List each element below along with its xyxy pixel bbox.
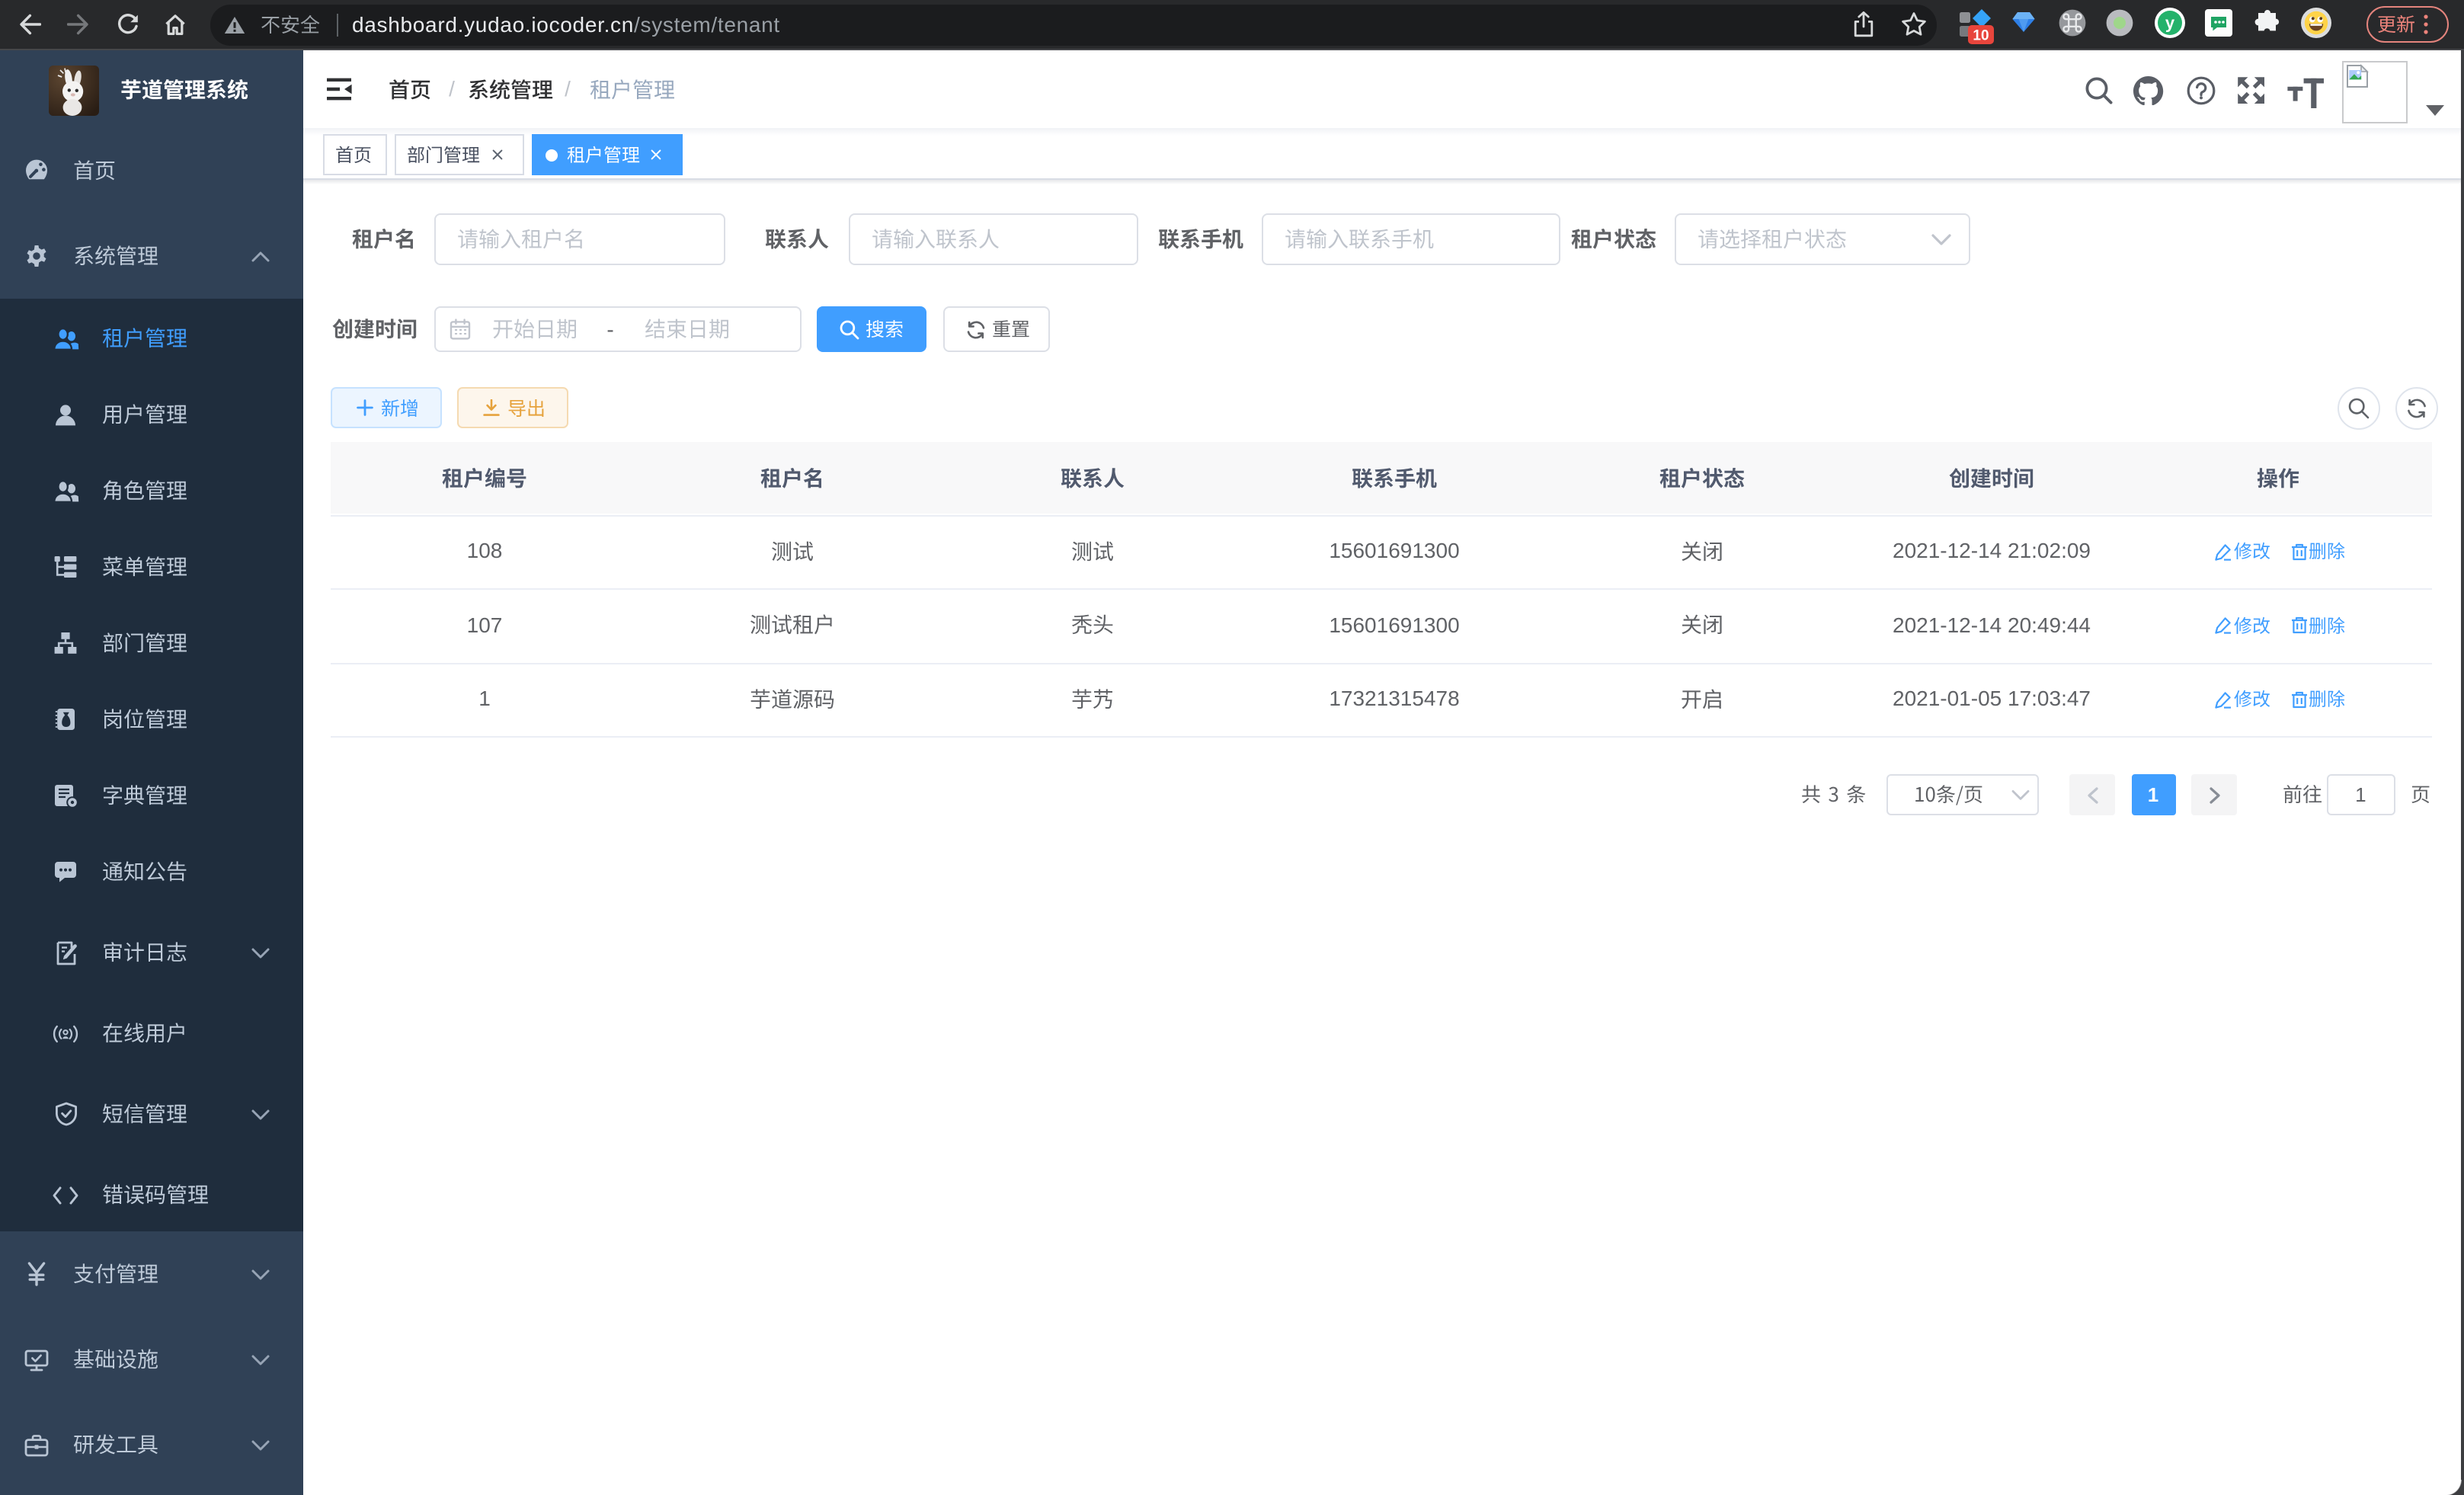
svg-text:10: 10 (1972, 27, 1988, 43)
svg-text:y: y (2165, 13, 2174, 32)
